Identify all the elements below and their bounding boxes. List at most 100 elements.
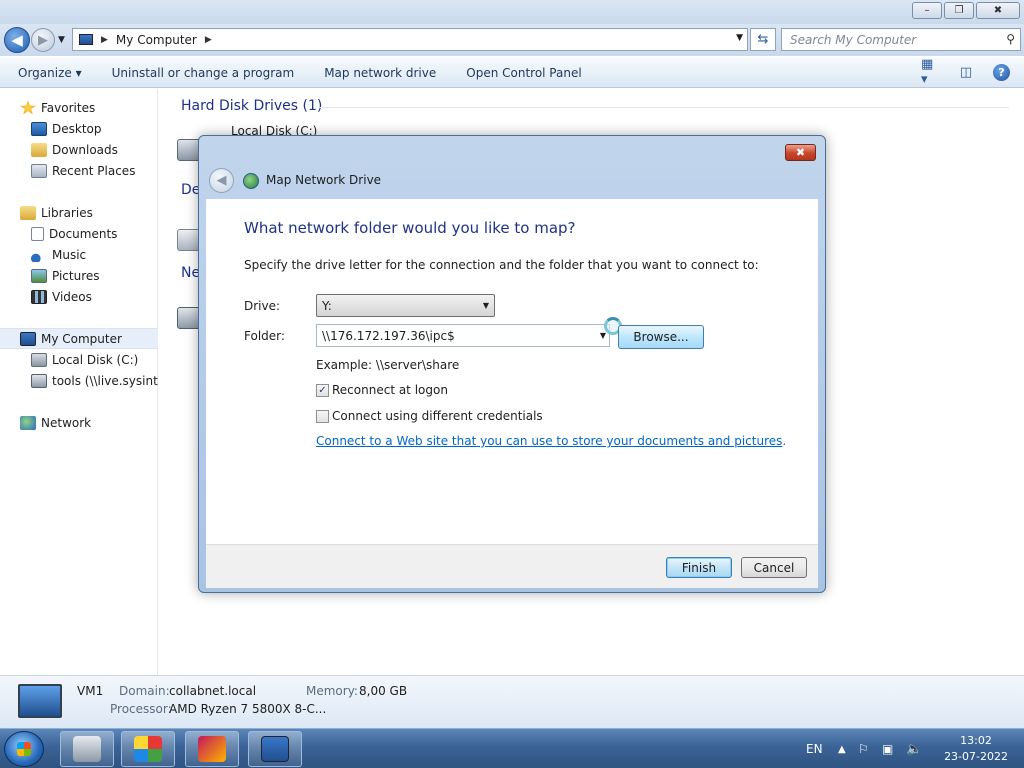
open-control-panel-button[interactable]: Open Control Panel	[451, 66, 596, 80]
uninstall-program-button[interactable]: Uninstall or change a program	[97, 66, 310, 80]
reconnect-checkbox[interactable]: ✓	[316, 384, 329, 397]
web-storage-link[interactable]: Connect to a Web site that you can use t…	[316, 434, 782, 448]
drive-icon	[73, 736, 101, 762]
folder-label: Folder:	[244, 329, 285, 343]
dialog-instruction: Specify the drive letter for the connect…	[244, 258, 759, 272]
chevron-down-icon: ▼	[482, 301, 489, 310]
taskbar: EN ▲ ⚐ ▣ 🔈 13:02 23-07-2022	[0, 728, 1024, 768]
dialog-title: Map Network Drive	[266, 173, 382, 187]
clock-date: 23-07-2022	[944, 750, 1008, 763]
search-icon[interactable]: ⚲	[1006, 32, 1015, 46]
nav-favorites-label: Favorites	[41, 100, 96, 115]
show-hidden-icons[interactable]: ▲	[838, 729, 846, 768]
nav-favorites[interactable]: Favorites	[0, 97, 158, 118]
music-icon	[31, 247, 47, 262]
network-tray-icon[interactable]: ▣	[882, 729, 893, 768]
link-suffix: .	[782, 434, 787, 448]
taskbar-explorer-button[interactable]	[60, 731, 114, 767]
nav-pictures-label: Pictures	[52, 268, 100, 283]
finish-button[interactable]: Finish	[666, 557, 732, 578]
nav-documents[interactable]: Documents	[0, 223, 158, 244]
breadcrumb-my-computer[interactable]: My Computer	[116, 33, 197, 47]
taskbar-tool-button[interactable]	[185, 731, 239, 767]
change-view-icon[interactable]: ▦ ▾	[921, 57, 939, 87]
details-pane: VM1 Domain: collabnet.local Memory: 8,00…	[0, 675, 1024, 728]
close-window-button[interactable]: ✖	[976, 2, 1020, 19]
forward-button[interactable]: ▶	[31, 28, 55, 52]
right-arrow-icon: ▶	[38, 32, 48, 48]
address-bar[interactable]: ▶ My Computer ▶ ▼	[72, 28, 748, 51]
nav-libraries-label: Libraries	[41, 205, 93, 220]
breadcrumb-chevron-icon[interactable]: ▶	[101, 35, 108, 45]
recent-pages-dropdown[interactable]: ▼	[58, 35, 65, 45]
nav-my-computer[interactable]: My Computer	[0, 328, 158, 349]
organize-button[interactable]: Organize ▾	[0, 66, 97, 80]
credentials-checkbox[interactable]	[316, 410, 329, 423]
chevron-down-icon[interactable]: ▼	[600, 331, 606, 340]
nav-network-share[interactable]: tools (\\live.sysinternals.com)	[0, 370, 158, 391]
nav-computer-label: My Computer	[41, 331, 122, 346]
processor-value: AMD Ryzen 7 5800X 8-C...	[169, 702, 327, 716]
browse-button[interactable]: Browse...	[618, 325, 704, 349]
recent-places-icon	[31, 163, 47, 178]
toolbar-right: ▦ ▾ ◫ ?	[921, 57, 1010, 87]
nav-network[interactable]: Network	[0, 412, 158, 433]
network-icon	[20, 415, 36, 430]
dialog-close-button[interactable]: ✖	[785, 144, 816, 161]
folder-input[interactable]: \\176.172.197.36\ipc$ ▼	[316, 324, 610, 347]
search-placeholder: Search My Computer	[790, 32, 917, 47]
nav-music[interactable]: Music	[0, 244, 158, 265]
dialog-footer: Finish Cancel	[206, 544, 818, 588]
refresh-button[interactable]: ⇆	[750, 28, 776, 51]
credentials-label[interactable]: Connect using different credentials	[332, 409, 543, 423]
volume-icon[interactable]: 🔈	[906, 729, 922, 768]
hard-disk-group-header[interactable]: Hard Disk Drives (1)	[181, 98, 322, 114]
address-dropdown-icon[interactable]: ▼	[736, 33, 743, 43]
action-center-icon[interactable]: ⚐	[858, 729, 869, 768]
clock[interactable]: 13:02 23-07-2022	[944, 733, 1008, 765]
reconnect-label[interactable]: Reconnect at logon	[332, 383, 448, 397]
hard-disk-icon	[31, 352, 47, 367]
left-arrow-icon: ◀	[11, 31, 23, 49]
nav-libraries[interactable]: Libraries	[0, 202, 158, 223]
processor-label: Processor:	[110, 702, 172, 716]
drive-select[interactable]: Y: ▼	[316, 294, 495, 317]
language-indicator[interactable]: EN	[806, 729, 823, 768]
start-button[interactable]	[4, 731, 44, 767]
downloads-folder-icon	[31, 142, 47, 157]
app-icon	[134, 736, 162, 762]
nav-downloads[interactable]: Downloads	[0, 139, 158, 160]
nav-local-disk[interactable]: Local Disk (C:)	[0, 349, 158, 370]
dialog-back-button[interactable]: ◀	[209, 168, 234, 193]
star-icon	[20, 100, 36, 115]
videos-icon	[31, 289, 47, 304]
network-drive-icon	[243, 173, 259, 189]
nav-local-disk-label: Local Disk (C:)	[52, 352, 139, 367]
search-input[interactable]: Search My Computer ⚲	[781, 28, 1021, 51]
minimize-button[interactable]: –	[912, 2, 942, 19]
back-button[interactable]: ◀	[4, 27, 30, 53]
computer-large-icon	[18, 684, 62, 718]
documents-icon	[31, 226, 44, 241]
taskbar-checklist-button[interactable]	[248, 731, 302, 767]
help-icon[interactable]: ?	[993, 63, 1010, 81]
memory-label: Memory:	[306, 684, 358, 698]
nav-pictures[interactable]: Pictures	[0, 265, 158, 286]
web-storage-link-row: Connect to a Web site that you can use t…	[316, 434, 786, 448]
nav-desktop-label: Desktop	[52, 121, 102, 136]
maximize-button[interactable]: ❐	[944, 2, 974, 19]
preview-pane-icon[interactable]: ◫	[957, 63, 975, 81]
nav-recent-places[interactable]: Recent Places	[0, 160, 158, 181]
folder-value: \\176.172.197.36\ipc$	[322, 328, 455, 343]
map-network-drive-button[interactable]: Map network drive	[309, 66, 451, 80]
address-row: ◀ ▶ ▼ ▶ My Computer ▶ ▼ ⇆ Search My Comp…	[0, 24, 1024, 56]
left-arrow-icon: ◀	[216, 173, 227, 188]
cancel-button[interactable]: Cancel	[741, 557, 807, 578]
breadcrumb-chevron-icon[interactable]: ▶	[205, 35, 212, 45]
nav-videos[interactable]: Videos	[0, 286, 158, 307]
taskbar-app-button[interactable]	[121, 731, 175, 767]
nav-desktop[interactable]: Desktop	[0, 118, 158, 139]
computer-name: VM1	[77, 684, 104, 698]
domain-label: Domain:	[119, 684, 170, 698]
tool-icon	[198, 736, 226, 762]
